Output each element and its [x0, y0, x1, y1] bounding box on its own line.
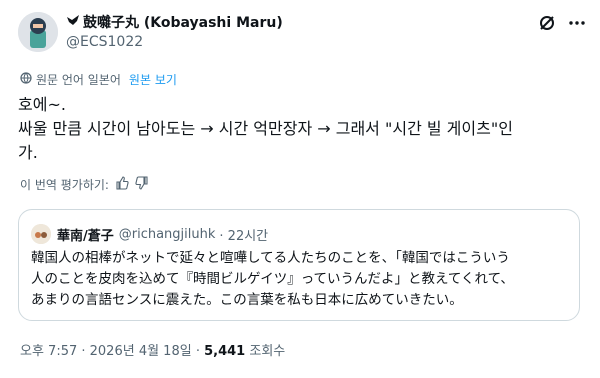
rate-translation-label: 이 번역 평가하기: — [20, 178, 109, 192]
translate-icon — [20, 72, 32, 87]
quoted-line: あまりの言語センスに震えた。この言葉を私も日本に広めていきたい。 — [31, 292, 463, 308]
view-count: 5,441 — [204, 344, 246, 359]
show-original-link[interactable]: 원본 보기 — [129, 71, 177, 88]
rate-translation: 이 번역 평가하기: — [20, 176, 149, 193]
tweet-text: 호에~. 싸울 만큼 시간이 남아도는 → 시간 억만장자 → 그래서 "시간 … — [18, 93, 578, 165]
translation-label: 원문 언어 일본어 — [36, 73, 121, 87]
author-display-name[interactable]: 鼓囃子丸 (Kobayashi Maru) — [83, 12, 283, 32]
thumbs-down-icon[interactable] — [135, 176, 149, 193]
quoted-avatar[interactable] — [31, 224, 51, 244]
quoted-text: 韓国人の相棒がネットで延々と喧嘩してる人たちのことを、「韓国ではこういう 人のこ… — [31, 248, 571, 311]
tweet-line: 호에~. — [18, 95, 66, 114]
bird-badge-icon — [66, 14, 80, 30]
quoted-display-name[interactable]: 華南/蒼子 — [57, 225, 114, 244]
grok-icon[interactable] — [536, 12, 558, 34]
view-count-label: 조회수 — [249, 344, 286, 359]
tweet-line: 가. — [18, 143, 38, 162]
tweet-datetime[interactable]: 오후 7:57 · 2026년 4월 18일 · — [20, 344, 200, 359]
quoted-time: · 22시간 — [219, 228, 269, 244]
quoted-line: 韓国人の相棒がネットで延々と喧嘩してる人たちのことを、「韓国ではこういう — [31, 250, 510, 266]
author-avatar[interactable] — [18, 12, 58, 52]
quoted-header: 華南/蒼子 @richangjiluhk · 22시간 — [31, 224, 268, 244]
tweet-footer: 오후 7:57 · 2026년 4월 18일 · 5,441 조회수 — [20, 340, 285, 359]
author-handle[interactable]: @ECS1022 — [66, 34, 143, 50]
tweet-line: 싸울 만큼 시간이 남아도는 → 시간 억만장자 → 그래서 "시간 빌 게이츠… — [18, 119, 513, 138]
more-options-icon[interactable] — [566, 12, 588, 34]
translation-notice: 원문 언어 일본어 원본 보기 — [20, 71, 177, 88]
author-name-row: 鼓囃子丸 (Kobayashi Maru) — [66, 12, 283, 32]
quoted-tweet[interactable]: 華南/蒼子 @richangjiluhk · 22시간 韓国人の相棒がネットで延… — [18, 209, 580, 321]
quoted-handle[interactable]: @richangjiluhk — [119, 227, 216, 242]
thumbs-up-icon[interactable] — [115, 176, 129, 193]
quoted-line: 人のことを皮肉を込めて『時間ビルゲイツ』っていうんだよ」と教えてくれて、 — [31, 271, 514, 287]
